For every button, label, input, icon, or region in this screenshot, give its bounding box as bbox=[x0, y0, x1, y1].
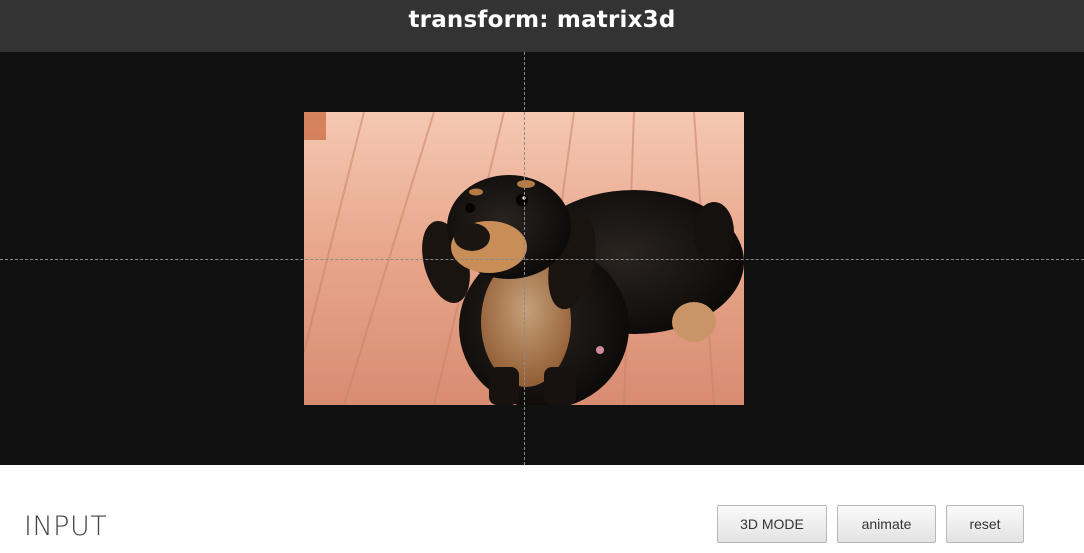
input-section-label: INPUT bbox=[24, 511, 108, 542]
horizontal-guide-line bbox=[0, 259, 1084, 260]
3d-mode-button[interactable]: 3D MODE bbox=[717, 505, 827, 543]
page-title: transform: matrix3d bbox=[408, 7, 676, 33]
transform-stage bbox=[0, 52, 1084, 465]
animate-button[interactable]: animate bbox=[837, 505, 936, 543]
app-header: transform: matrix3d bbox=[0, 0, 1084, 52]
controls-panel: INPUT 3D MODE animate reset bbox=[0, 465, 1084, 553]
reset-button[interactable]: reset bbox=[946, 505, 1024, 543]
